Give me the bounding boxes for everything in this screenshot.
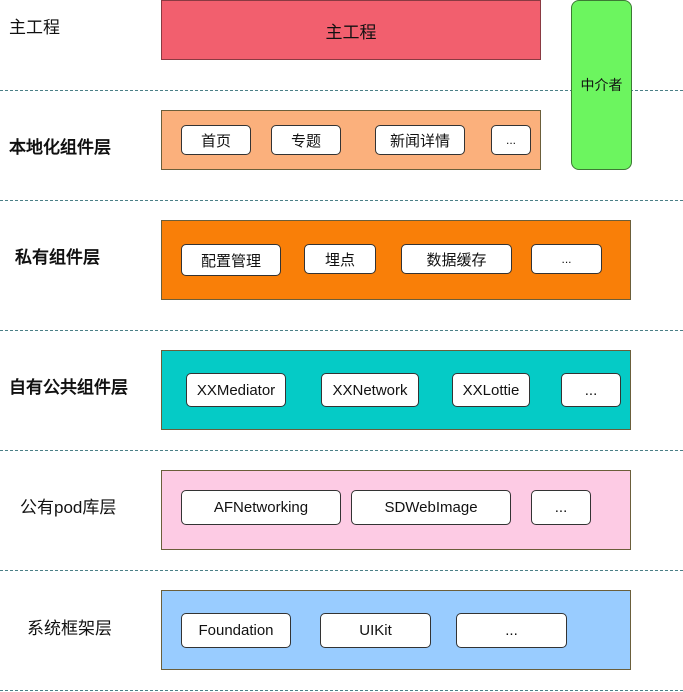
own-public-item-more: ... bbox=[561, 373, 621, 407]
layer-label-local: 本地化组件层 bbox=[9, 138, 111, 157]
own-public-item-network: XXNetwork bbox=[321, 373, 419, 407]
layer-label-system: 系统框架层 bbox=[27, 619, 112, 638]
local-item-news-detail: 新闻详情 bbox=[375, 125, 465, 155]
pod-item-sdwebimage: SDWebImage bbox=[351, 490, 511, 525]
layer-label-own-public: 自有公共组件层 bbox=[9, 378, 128, 397]
system-item-foundation: Foundation bbox=[181, 613, 291, 648]
system-item-more: ... bbox=[456, 613, 567, 648]
main-project-text: 主工程 bbox=[325, 22, 377, 42]
pod-item-afnetworking: AFNetworking bbox=[181, 490, 341, 525]
divider-5 bbox=[0, 570, 683, 571]
private-item-more: ... bbox=[531, 244, 602, 274]
local-item-topic: 专题 bbox=[271, 125, 341, 155]
divider-4 bbox=[0, 450, 683, 451]
local-item-home: 首页 bbox=[181, 125, 251, 155]
layer-label-main: 主工程 bbox=[9, 18, 60, 37]
private-item-tracking: 埋点 bbox=[304, 244, 376, 274]
own-public-item-lottie: XXLottie bbox=[452, 373, 530, 407]
layer-label-private: 私有组件层 bbox=[15, 248, 100, 267]
divider-2 bbox=[0, 200, 683, 201]
private-item-data-cache: 数据缓存 bbox=[401, 244, 512, 274]
divider-3 bbox=[0, 330, 683, 331]
main-project-box: 主工程 bbox=[161, 0, 541, 60]
own-public-item-mediator: XXMediator bbox=[186, 373, 286, 407]
local-item-more: ... bbox=[491, 125, 531, 155]
layer-label-pod: 公有pod库层 bbox=[20, 498, 117, 517]
divider-6 bbox=[0, 690, 683, 691]
mediator-box: 中介者 bbox=[571, 0, 632, 170]
mediator-label: 中介者 bbox=[580, 77, 623, 93]
pod-item-more: ... bbox=[531, 490, 591, 525]
private-item-config: 配置管理 bbox=[181, 244, 281, 276]
system-item-uikit: UIKit bbox=[320, 613, 431, 648]
